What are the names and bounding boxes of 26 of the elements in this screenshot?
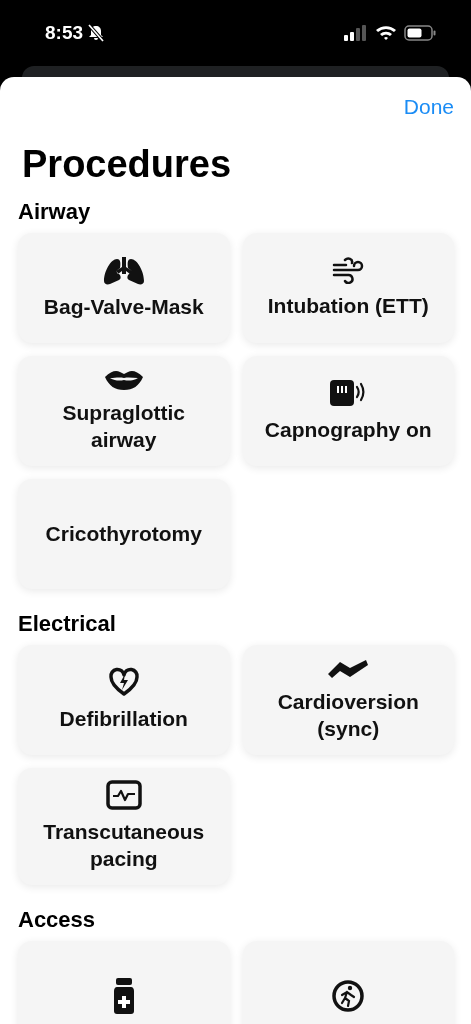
lungs-icon xyxy=(101,255,146,286)
section-title: Airway xyxy=(18,201,92,223)
status-time: 8:53 xyxy=(45,22,84,44)
lips-icon xyxy=(103,368,144,391)
runner-circle-icon xyxy=(331,978,366,1013)
section-title: Electrical xyxy=(18,613,117,635)
page-title: Procedures xyxy=(22,145,233,183)
procedure-card[interactable]: Cricothyrotomy xyxy=(18,479,230,589)
procedure-card[interactable]: Defibrillation xyxy=(18,645,230,755)
wifi-icon xyxy=(375,25,397,41)
heart-bolt-icon xyxy=(107,667,140,698)
procedure-card[interactable] xyxy=(18,940,230,1024)
wind-icon xyxy=(331,256,366,285)
procedure-card[interactable]: Bag-Valve-Mask xyxy=(18,233,230,343)
section-title: Access xyxy=(18,908,97,931)
procedure-card[interactable]: Cardioversion (sync) xyxy=(242,645,454,755)
procedure-card[interactable]: Capnography on xyxy=(242,356,454,466)
battery-icon xyxy=(404,25,436,41)
medicine-bottle-icon xyxy=(112,977,135,1014)
procedure-card[interactable]: Intubation (ETT) xyxy=(242,233,454,343)
monitor-icon xyxy=(105,780,142,810)
procedure-card[interactable]: Transcutaneous pacing xyxy=(18,768,230,885)
zigzag-icon xyxy=(326,657,371,680)
procedure-card[interactable]: Supraglottic airway xyxy=(18,356,230,466)
signal-icon xyxy=(344,25,368,41)
procedure-card[interactable] xyxy=(242,940,454,1024)
